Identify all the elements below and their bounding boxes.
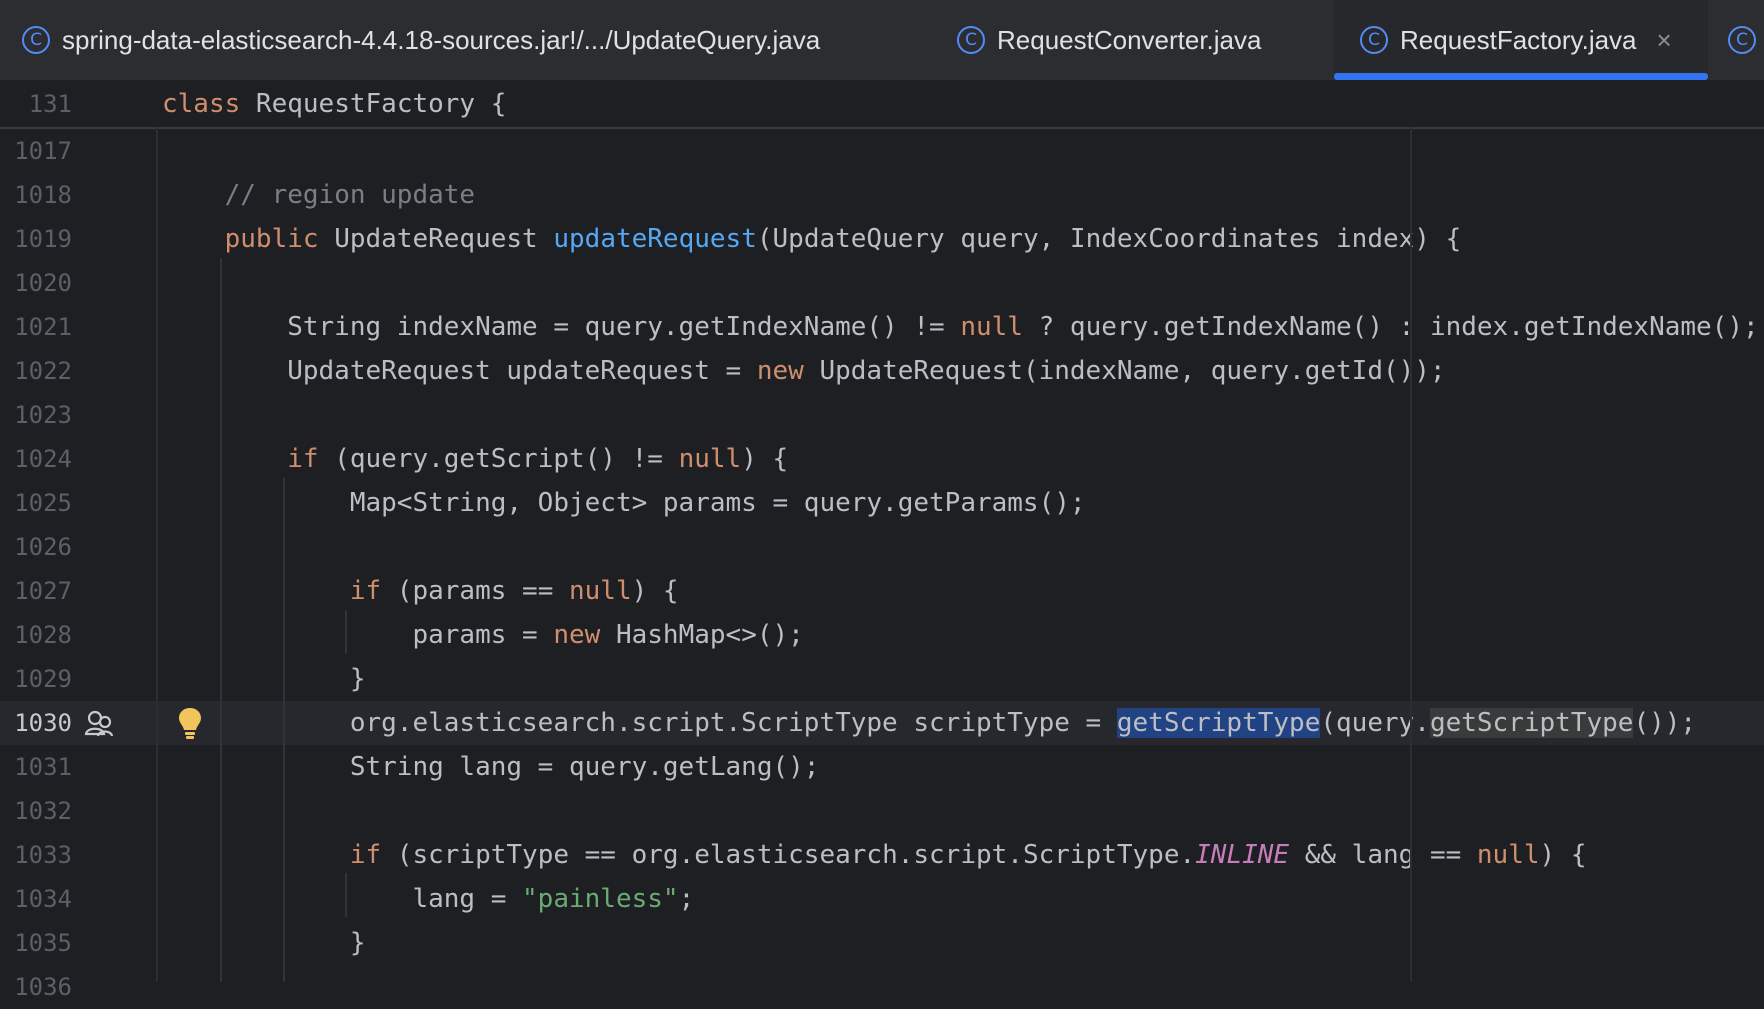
author-icon[interactable] <box>84 708 114 738</box>
code-line[interactable]: 1025 Map<String, Object> params = query.… <box>0 481 1764 525</box>
line-number: 1024 <box>14 445 72 473</box>
code-text: params = new HashMap<>(); <box>162 620 804 650</box>
right-margin-guide <box>1410 127 1412 982</box>
code-line[interactable]: 1017 <box>0 129 1764 173</box>
line-number: 131 <box>28 90 72 118</box>
code-text: lang = "painless"; <box>162 884 695 914</box>
line-number: 1018 <box>14 181 72 209</box>
code-line[interactable]: 1031 String lang = query.getLang(); <box>0 745 1764 789</box>
tab-overflow[interactable]: C <box>1728 0 1764 80</box>
keyword: class <box>162 89 241 119</box>
code-text: if (params == null) { <box>349 576 679 606</box>
line-number: 1025 <box>14 489 72 517</box>
indent-guide <box>345 873 347 917</box>
lightbulb-icon[interactable] <box>177 706 203 740</box>
code-text: org.elasticsearch.script.ScriptType scri… <box>162 708 1697 738</box>
current-code-line[interactable]: 1030 org.elasticsearch.script.ScriptType… <box>0 701 1764 745</box>
line-number: 1031 <box>14 753 72 781</box>
code-line[interactable]: 1023 <box>0 393 1764 437</box>
indent-guide <box>345 610 347 654</box>
line-number: 1030 <box>14 709 72 737</box>
code-line[interactable]: 1033 if (scriptType == org.elasticsearch… <box>0 833 1764 877</box>
code-text: // region update <box>224 180 476 210</box>
tab-label: RequestConverter.java <box>997 24 1262 55</box>
code-line[interactable]: 1032 <box>0 789 1764 833</box>
code-text: } <box>162 664 366 694</box>
line-number: 1019 <box>14 225 72 253</box>
code-line[interactable]: 1026 <box>0 525 1764 569</box>
line-number: 1022 <box>14 357 72 385</box>
code-line[interactable]: 1024 if (query.getScript() != null) { <box>0 437 1764 481</box>
tab-requestfactory[interactable]: C RequestFactory.java × <box>1334 0 1708 80</box>
line-number: 1033 <box>14 841 72 869</box>
line-number: 1034 <box>14 885 72 913</box>
code-text: Map<String, Object> params = query.getPa… <box>162 488 1086 518</box>
class-icon: C <box>1728 26 1756 54</box>
code-line[interactable]: 1036 <box>0 965 1764 1009</box>
code-text: public UpdateRequest updateRequest(Updat… <box>224 224 1462 254</box>
code-text: String indexName = query.getIndexName() … <box>162 312 1759 342</box>
code-text: UpdateRequest updateRequest = new Update… <box>162 356 1446 386</box>
code-line[interactable]: 1034 lang = "painless"; <box>0 877 1764 921</box>
line-number: 1035 <box>14 929 72 957</box>
line-number: 1020 <box>14 269 72 297</box>
code-editor[interactable]: 1017 1018 // region update 1019 public U… <box>0 129 1764 1001</box>
code-line[interactable]: 1035 } <box>0 921 1764 965</box>
line-number: 1017 <box>14 137 72 165</box>
highlighted-usage: getScriptType <box>1429 708 1634 738</box>
indent-guide <box>220 258 222 982</box>
code-line[interactable]: 1028 params = new HashMap<>(); <box>0 613 1764 657</box>
line-number: 1027 <box>14 577 72 605</box>
line-number: 1023 <box>14 401 72 429</box>
class-icon: C <box>1360 26 1388 54</box>
code-text: if (query.getScript() != null) { <box>287 444 789 474</box>
line-number: 1026 <box>14 533 72 561</box>
code-text: } <box>162 928 366 958</box>
code-text: String lang = query.getLang(); <box>162 752 820 782</box>
code-line[interactable]: 1018 // region update <box>0 173 1764 217</box>
selected-text: getScriptType <box>1116 708 1321 738</box>
line-number: 1021 <box>14 313 72 341</box>
line-number: 1036 <box>14 973 72 1001</box>
tab-updatequery[interactable]: C spring-data-elasticsearch-4.4.18-sourc… <box>22 0 902 80</box>
line-number: 1032 <box>14 797 72 825</box>
close-tab-icon[interactable]: × <box>1657 25 1672 56</box>
tab-label: RequestFactory.java <box>1400 24 1637 55</box>
code-line[interactable]: 1027 if (params == null) { <box>0 569 1764 613</box>
code-line[interactable]: 1029 } <box>0 657 1764 701</box>
indent-guide <box>283 478 285 982</box>
tab-label: spring-data-elasticsearch-4.4.18-sources… <box>62 24 821 55</box>
sticky-scroll-header[interactable]: 131 class RequestFactory { <box>0 82 1764 129</box>
sticky-code: class RequestFactory { <box>162 89 507 119</box>
code-line[interactable]: 1021 String indexName = query.getIndexNa… <box>0 305 1764 349</box>
code-line[interactable]: 1020 <box>0 261 1764 305</box>
gutter-divider <box>156 127 158 982</box>
line-number: 1029 <box>14 665 72 693</box>
code-line[interactable]: 1019 public UpdateRequest updateRequest(… <box>0 217 1764 261</box>
class-icon: C <box>22 26 50 54</box>
editor-tab-bar: C spring-data-elasticsearch-4.4.18-sourc… <box>0 0 1764 82</box>
line-number: 1028 <box>14 621 72 649</box>
code-line[interactable]: 1022 UpdateRequest updateRequest = new U… <box>0 349 1764 393</box>
code-text: if (scriptType == org.elasticsearch.scri… <box>349 840 1587 870</box>
tab-requestconverter[interactable]: C RequestConverter.java <box>957 0 1297 80</box>
class-icon: C <box>957 26 985 54</box>
